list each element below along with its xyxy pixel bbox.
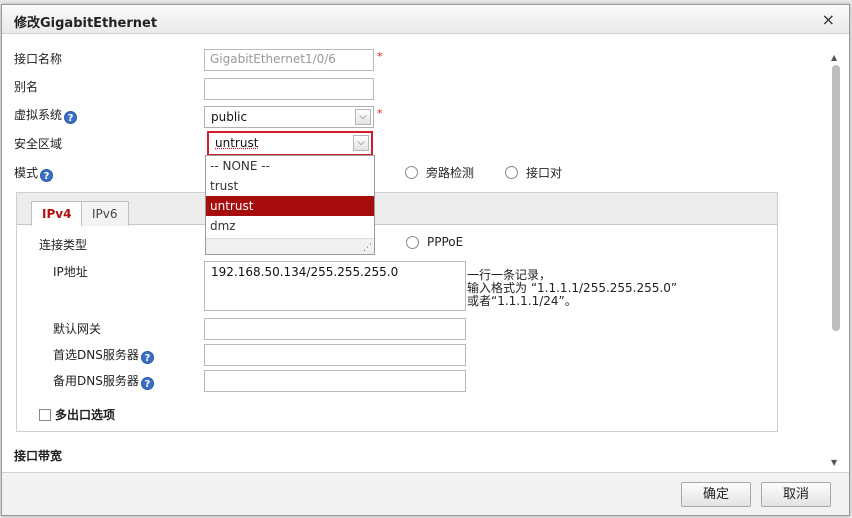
alias-label: 别名: [14, 80, 39, 94]
cancel-button[interactable]: 取消: [761, 482, 831, 507]
dialog-titlebar: 修改GigabitEthernet ×: [2, 5, 849, 34]
ip-config-panel: IPv4 IPv6 连接类型 PPPoE IP地址 192.168.50.134…: [16, 192, 778, 432]
bandwidth-section-title: 接口带宽: [14, 449, 63, 463]
chevron-down-icon[interactable]: ⌵: [355, 109, 371, 125]
ip-address-label: IP地址: [53, 265, 88, 279]
interface-name-input: GigabitEthernet1/0/6: [204, 49, 374, 71]
mode-label: 模式?: [14, 164, 54, 182]
scroll-up-icon[interactable]: ▲: [831, 53, 837, 62]
connection-type-pppoe[interactable]: PPPoE: [406, 235, 463, 249]
dialog-footer: 确定 取消: [2, 472, 849, 515]
dialog-content: 接口名称 GigabitEthernet1/0/6 * 别名 虚拟系统? pub…: [2, 35, 832, 475]
multi-exit-checkbox[interactable]: [39, 409, 51, 421]
ip-address-textarea[interactable]: 192.168.50.134/255.255.255.0: [204, 261, 466, 311]
mode-option-interface-pair[interactable]: 接口对: [505, 164, 562, 181]
mode-option-label: 旁路检测: [426, 166, 475, 180]
tab-strip: IPv4 IPv6: [17, 193, 777, 226]
ip-hint-line: 或者“1.1.1.1/24”。: [467, 294, 577, 308]
help-icon[interactable]: ?: [64, 111, 78, 124]
dropdown-footer: ⋰: [206, 238, 374, 254]
tab-ipv6[interactable]: IPv6: [81, 201, 129, 226]
close-icon[interactable]: ×: [822, 10, 835, 29]
chevron-down-icon[interactable]: ⌵: [353, 135, 369, 151]
help-icon[interactable]: ?: [140, 377, 154, 390]
vsys-label-text: 虚拟系统: [14, 108, 63, 122]
help-icon[interactable]: ?: [140, 351, 154, 364]
vsys-label: 虚拟系统?: [14, 106, 78, 124]
mode-option-label: 接口对: [526, 166, 563, 180]
vsys-select-value: public: [211, 110, 248, 124]
dropdown-option-untrust[interactable]: untrust: [206, 196, 374, 216]
required-mark: *: [377, 50, 383, 63]
dropdown-option-none[interactable]: -- NONE --: [206, 156, 374, 176]
gateway-label: 默认网关: [53, 322, 102, 336]
help-icon[interactable]: ?: [40, 169, 54, 182]
multi-exit-option[interactable]: 多出口选项: [39, 406, 115, 423]
multi-exit-label: 多出口选项: [55, 408, 116, 422]
primary-dns-input[interactable]: [204, 344, 466, 366]
content-scrollbar[interactable]: ▲ ▼: [829, 51, 843, 469]
connection-type-label: 连接类型: [39, 238, 88, 252]
dialog-title: 修改GigabitEthernet: [14, 16, 158, 31]
scroll-thumb[interactable]: [832, 65, 840, 331]
edit-interface-dialog: 修改GigabitEthernet × 接口名称 GigabitEthernet…: [1, 4, 850, 516]
interface-name-label: 接口名称: [14, 52, 63, 66]
primary-dns-label: 首选DNS服务器?: [53, 346, 154, 364]
scroll-down-icon[interactable]: ▼: [831, 458, 837, 467]
radio-button[interactable]: [505, 166, 518, 179]
vsys-select[interactable]: public ⌵: [204, 106, 374, 128]
dropdown-option-trust[interactable]: trust: [206, 176, 374, 196]
pppoe-label: PPPoE: [427, 235, 464, 249]
ok-button[interactable]: 确定: [681, 482, 751, 507]
zone-select[interactable]: untrust ⌵: [207, 131, 373, 156]
radio-button[interactable]: [405, 166, 418, 179]
zone-label: 安全区域: [14, 137, 63, 151]
mode-option-bypass[interactable]: 旁路检测: [405, 164, 474, 181]
resize-grip-icon[interactable]: ⋰: [363, 243, 372, 253]
required-mark: *: [377, 107, 383, 120]
gateway-input[interactable]: [204, 318, 466, 340]
alias-input[interactable]: [204, 78, 374, 100]
zone-select-value: untrust: [215, 136, 259, 150]
mode-label-text: 模式: [14, 166, 39, 180]
zone-dropdown-list: -- NONE -- trust untrust dmz ⋰: [205, 155, 375, 255]
ip-address-hint: 一行一条记录， 输入格式为 “1.1.1.1/255.255.255.0” 或者…: [467, 269, 677, 308]
backup-dns-input[interactable]: [204, 370, 466, 392]
backup-dns-label: 备用DNS服务器?: [53, 372, 154, 390]
radio-button[interactable]: [406, 235, 419, 249]
tab-ipv4[interactable]: IPv4: [31, 201, 83, 226]
dropdown-option-dmz[interactable]: dmz: [206, 216, 374, 236]
backup-dns-label-text: 备用DNS服务器: [53, 374, 139, 388]
primary-dns-label-text: 首选DNS服务器: [53, 348, 139, 362]
